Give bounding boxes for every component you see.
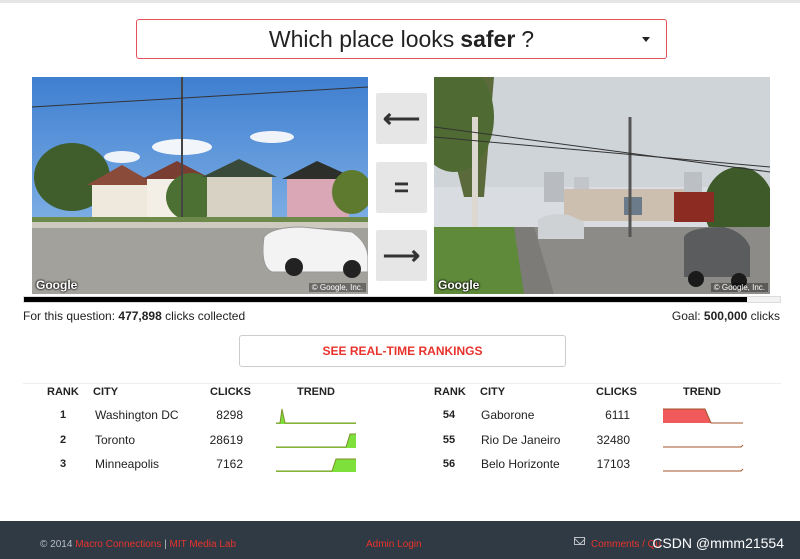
arrow-right-icon: ⟶ — [382, 240, 421, 270]
section-divider — [23, 383, 781, 384]
city-cell[interactable]: Gaborone — [481, 408, 534, 422]
trend-sparkline — [276, 458, 356, 472]
image-copyright: © Google, Inc. — [710, 283, 768, 292]
rank-cell: 2 — [59, 434, 67, 446]
header-clicks: CLICKS — [596, 386, 637, 398]
trend-sparkline — [663, 468, 744, 472]
header-clicks: CLICKS — [210, 386, 251, 398]
progress-fill — [24, 297, 747, 302]
rank-cell: 1 — [59, 409, 67, 421]
clicks-cell: 8298 — [216, 408, 243, 422]
city-cell[interactable]: Toronto — [95, 433, 135, 447]
trend-sparkline — [276, 433, 356, 448]
footer: © 2014 Macro Connections | MIT Media Lab… — [0, 521, 800, 559]
admin-login-link[interactable]: Admin Login — [366, 539, 422, 550]
rank-cell: 54 — [442, 409, 456, 421]
trend-sparkline — [663, 408, 743, 424]
top-border — [0, 0, 800, 3]
header-city: CITY — [93, 386, 119, 398]
equal-icon: = — [393, 172, 410, 202]
city-cell[interactable]: Minneapolis — [95, 457, 159, 471]
clicks-cell: 6111 — [605, 408, 630, 422]
right-street-scene — [434, 77, 770, 294]
google-logo: Google — [36, 278, 78, 292]
header-rank: RANK — [434, 386, 466, 398]
left-street-scene — [32, 77, 368, 294]
right-street-image[interactable]: Google © Google, Inc. — [434, 77, 770, 294]
mail-icon — [574, 537, 585, 545]
caret-down-icon — [642, 37, 650, 42]
choose-left-button[interactable]: ⟵ — [376, 93, 427, 144]
clicks-collected-stat: For this question: 477,898 clicks collec… — [23, 309, 246, 323]
comments-link[interactable]: Comments / Qu — [591, 539, 661, 550]
left-street-image[interactable]: Google © Google, Inc. — [32, 77, 368, 294]
clicks-cell: 17103 — [596, 457, 630, 471]
clicks-cell: 32480 — [596, 433, 630, 447]
clicks-progress-bar — [23, 296, 781, 303]
trend-sparkline — [276, 408, 356, 424]
arrow-left-icon: ⟵ — [382, 103, 421, 133]
city-cell[interactable]: Rio De Janeiro — [481, 433, 560, 447]
macro-connections-link[interactable]: Macro Connections — [75, 539, 161, 550]
rank-cell: 3 — [59, 458, 67, 470]
header-rank: RANK — [47, 386, 79, 398]
header-city: CITY — [480, 386, 506, 398]
city-cell[interactable]: Washington DC — [95, 408, 179, 422]
rank-cell: 55 — [442, 434, 456, 446]
city-cell[interactable]: Belo Horizonte — [481, 457, 560, 471]
clicks-collected-value: 477,898 — [118, 309, 162, 323]
mit-media-lab-link[interactable]: MIT Media Lab — [170, 539, 237, 550]
choose-right-button[interactable]: ⟶ — [376, 230, 427, 281]
question-keyword: safer — [460, 25, 516, 52]
image-copyright: © Google, Inc. — [308, 283, 366, 292]
google-logo: Google — [438, 278, 480, 292]
trend-sparkline — [663, 444, 744, 448]
clicks-goal-value: 500,000 — [703, 309, 748, 323]
watermark-text: CSDN @mmm21554 — [652, 535, 784, 551]
see-rankings-button[interactable]: SEE REAL-TIME RANKINGS — [239, 335, 566, 367]
equal-button[interactable]: = — [376, 162, 427, 213]
rank-cell: 56 — [442, 458, 456, 470]
clicks-cell: 7162 — [216, 457, 243, 471]
clicks-cell: 28619 — [209, 433, 243, 447]
clicks-goal-stat: Goal: 500,000 clicks — [671, 309, 780, 323]
question-prefix: Which place looks — [268, 25, 455, 52]
question-dropdown[interactable]: Which place looks safer ? — [136, 19, 667, 59]
footer-copyright: © 2014 Macro Connections | MIT Media Lab — [40, 539, 237, 550]
header-trend: TREND — [683, 386, 721, 398]
question-suffix: ? — [521, 25, 535, 52]
header-trend: TREND — [297, 386, 335, 398]
